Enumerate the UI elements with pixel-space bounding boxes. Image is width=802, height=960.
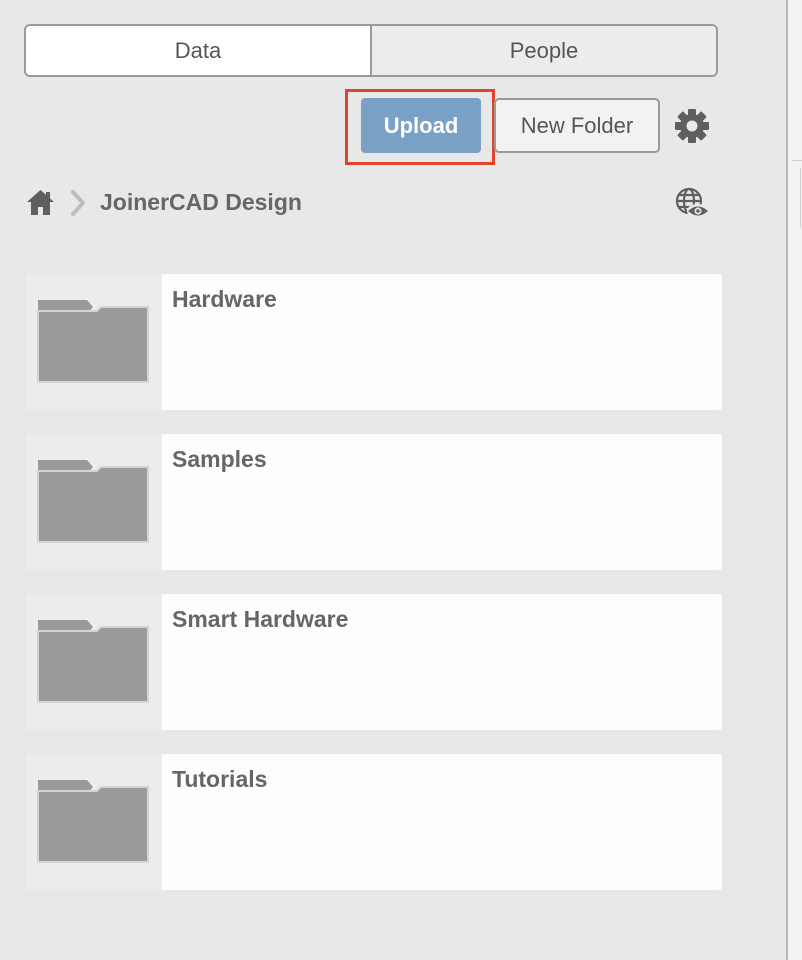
folder-item[interactable]: Smart Hardware xyxy=(26,594,722,730)
folder-name: Hardware xyxy=(172,286,277,312)
folder-thumbnail xyxy=(26,594,162,730)
folder-name: Tutorials xyxy=(172,766,268,792)
globe-eye-icon[interactable] xyxy=(674,186,710,220)
view-tabs: Data People xyxy=(24,24,718,77)
folder-item[interactable]: Samples xyxy=(26,434,722,570)
folder-thumbnail xyxy=(26,274,162,410)
breadcrumb-current: JoinerCAD Design xyxy=(100,189,302,215)
folder-icon xyxy=(37,620,149,703)
folder-item[interactable]: Tutorials xyxy=(26,754,722,890)
folder-icon xyxy=(37,780,149,863)
folder-item[interactable]: Hardware xyxy=(26,274,722,410)
folder-icon xyxy=(37,300,149,383)
tab-data[interactable]: Data xyxy=(26,26,370,75)
gear-icon[interactable] xyxy=(673,107,711,145)
new-folder-button[interactable]: New Folder xyxy=(494,98,660,153)
tab-people[interactable]: People xyxy=(370,26,716,75)
adjacent-panel-edge xyxy=(788,0,802,960)
folder-icon xyxy=(37,460,149,543)
folder-thumbnail xyxy=(26,434,162,570)
folder-name: Samples xyxy=(172,446,267,472)
home-icon[interactable] xyxy=(25,187,56,218)
folder-name: Smart Hardware xyxy=(172,606,349,632)
chevron-right-icon xyxy=(68,188,88,218)
upload-button[interactable]: Upload xyxy=(361,98,481,153)
folder-thumbnail xyxy=(26,754,162,890)
